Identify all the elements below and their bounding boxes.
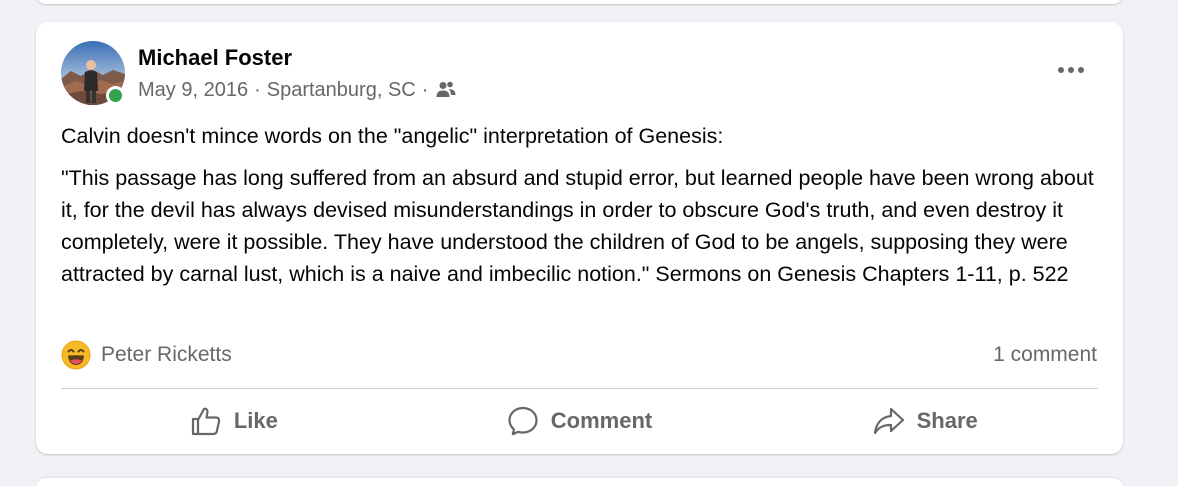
more-dots-icon bbox=[1058, 67, 1084, 73]
post-body: Calvin doesn't mince words on the "angel… bbox=[61, 120, 1101, 300]
more-options-button[interactable] bbox=[1051, 52, 1091, 88]
comment-label: Comment bbox=[550, 408, 653, 433]
post-location[interactable]: Spartanburg, SC bbox=[267, 78, 416, 102]
post-actions: Like Comment Share bbox=[61, 396, 1098, 446]
like-label: Like bbox=[233, 408, 278, 433]
share-button[interactable]: Share bbox=[752, 396, 1098, 446]
post-meta: May 9, 2016 · Spartanburg, SC · bbox=[138, 78, 456, 102]
post-card: Michael Foster May 9, 2016 · Spartanburg… bbox=[36, 22, 1123, 454]
share-label: Share bbox=[916, 408, 978, 433]
thumbs-up-icon bbox=[190, 405, 222, 437]
laughing-face-icon bbox=[61, 340, 91, 370]
next-post-card-edge bbox=[36, 478, 1123, 486]
divider bbox=[61, 388, 1098, 389]
post-paragraph: "This passage has long suffered from an … bbox=[61, 166, 1094, 286]
comment-count[interactable]: 1 comment bbox=[993, 340, 1097, 370]
comment-bubble-icon bbox=[507, 405, 539, 437]
reactor-name[interactable]: Peter Ricketts bbox=[101, 340, 232, 370]
post-date[interactable]: May 9, 2016 bbox=[138, 78, 248, 102]
meta-separator: · bbox=[421, 79, 429, 101]
reactions-summary[interactable]: Peter Ricketts bbox=[61, 340, 232, 370]
friends-icon[interactable] bbox=[436, 81, 456, 99]
online-status-indicator bbox=[106, 86, 125, 105]
previous-post-card-edge bbox=[36, 0, 1123, 4]
share-arrow-icon bbox=[873, 405, 905, 437]
comment-button[interactable]: Comment bbox=[407, 396, 753, 446]
like-button[interactable]: Like bbox=[61, 396, 407, 446]
meta-separator: · bbox=[254, 79, 261, 101]
post-paragraph: Calvin doesn't mince words on the "angel… bbox=[61, 124, 724, 148]
author-name[interactable]: Michael Foster bbox=[138, 44, 292, 72]
